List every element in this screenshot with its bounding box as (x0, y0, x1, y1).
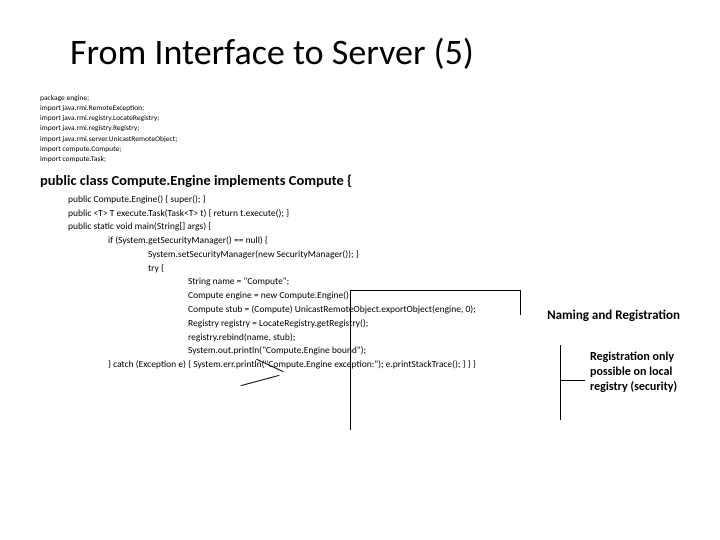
connector-line (350, 290, 520, 291)
code-line: try { (148, 262, 680, 276)
code-line: String name = "Compute"; (188, 275, 680, 289)
slide-title: From Interface to Server (5) (70, 30, 680, 74)
code-line: public static void main(String[] args) { (68, 220, 680, 234)
imports-block: package engine; import java.rmi.RemoteEx… (40, 94, 680, 165)
connector-line (560, 345, 561, 420)
connector-line (241, 375, 280, 386)
code-line: registry.rebind(name, stub); (188, 331, 680, 345)
code-line: Compute engine = new Compute.Engine(); (188, 289, 680, 303)
annotation-naming: Naming and Registration (547, 308, 680, 323)
slide: From Interface to Server (5) package eng… (0, 0, 720, 540)
class-declaration: public class Compute.Engine implements C… (40, 171, 680, 189)
connector-line (560, 380, 585, 381)
code-line: public <T> T execute.Task(Task<T> t) { r… (68, 207, 680, 221)
code-line: if (System.getSecurityManager() == null)… (108, 234, 680, 248)
import-line: import java.rmi.RemoteException; (40, 104, 680, 114)
code-line: System.setSecurityManager(new SecurityMa… (148, 248, 680, 262)
import-line: import compute.Compute; (40, 145, 680, 155)
code-body: public Compute.Engine() { super(); } pub… (40, 193, 680, 372)
import-line: import java.rmi.registry.Registry; (40, 124, 680, 134)
import-line: import java.rmi.registry.LocateRegistry; (40, 114, 680, 124)
import-line: import java.rmi.server.UnicastRemoteObje… (40, 135, 680, 145)
connector-line (520, 290, 521, 315)
import-line: import compute.Task; (40, 155, 680, 165)
connector-line (350, 290, 351, 430)
import-line: package engine; (40, 94, 680, 104)
code-line: public Compute.Engine() { super(); } (68, 193, 680, 207)
annotation-registration: Registration only possible on local regi… (590, 350, 680, 395)
